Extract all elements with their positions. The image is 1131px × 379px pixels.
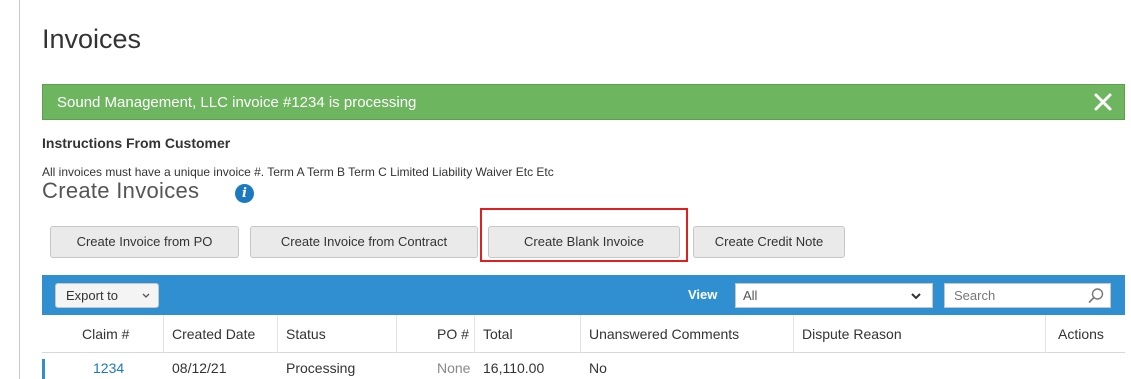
view-label: View bbox=[688, 287, 718, 302]
chevron-down-icon bbox=[141, 284, 151, 316]
column-header-dispute-reason[interactable]: Dispute Reason bbox=[794, 315, 1046, 353]
column-header-po[interactable]: PO # bbox=[397, 315, 475, 353]
view-select-value: All bbox=[743, 288, 758, 303]
search-icon[interactable] bbox=[1087, 287, 1105, 305]
column-header-status[interactable]: Status bbox=[278, 315, 397, 353]
actions-cell[interactable] bbox=[1046, 353, 1125, 379]
export-to-dropdown[interactable]: Export to bbox=[55, 283, 159, 308]
instructions-text: All invoices must have a unique invoice … bbox=[42, 165, 554, 179]
created-date-cell: 08/12/21 bbox=[172, 360, 227, 376]
instructions-heading: Instructions From Customer bbox=[42, 135, 231, 151]
claim-link[interactable]: 1234 bbox=[42, 353, 164, 379]
dispute-reason-cell bbox=[794, 353, 1046, 379]
export-to-label: Export to bbox=[66, 288, 119, 303]
close-icon-graphic bbox=[1094, 93, 1112, 111]
column-header-actions: Actions bbox=[1058, 326, 1104, 342]
create-invoices-title: Create Invoices bbox=[42, 178, 200, 203]
create-invoice-from-po-button[interactable]: Create Invoice from PO bbox=[50, 226, 239, 258]
table-toolbar: Export to View All bbox=[42, 275, 1125, 315]
search-input[interactable] bbox=[945, 284, 1085, 307]
info-icon[interactable]: i bbox=[235, 184, 254, 203]
highlight-box bbox=[480, 208, 688, 262]
column-header-total[interactable]: Total bbox=[475, 315, 581, 353]
column-header-claim[interactable]: Claim # bbox=[42, 315, 164, 353]
page-title: Invoices bbox=[42, 24, 142, 54]
column-header-unanswered-comments[interactable]: Unanswered Comments bbox=[581, 315, 794, 353]
po-cell: None bbox=[437, 360, 471, 376]
status-alert: Sound Management, LLC invoice #1234 is p… bbox=[42, 84, 1125, 120]
table-header: Claim # Created Date Status PO # Total U… bbox=[42, 315, 1125, 353]
unanswered-comments-cell: No bbox=[589, 360, 607, 376]
status-cell: Processing bbox=[286, 360, 356, 376]
alert-message: Sound Management, LLC invoice #1234 is p… bbox=[57, 94, 417, 111]
create-credit-note-button[interactable]: Create Credit Note bbox=[693, 226, 845, 258]
table-row[interactable]: 1234 08/12/21 Processing None 16,110.00 … bbox=[42, 353, 1125, 379]
create-invoice-from-contract-button[interactable]: Create Invoice from Contract bbox=[250, 226, 478, 258]
close-icon[interactable] bbox=[1090, 88, 1116, 116]
total-cell: 16,110.00 bbox=[483, 360, 545, 376]
chevron-down-icon bbox=[910, 284, 922, 316]
search-box bbox=[944, 283, 1111, 308]
column-header-created-date[interactable]: Created Date bbox=[164, 315, 278, 353]
view-select[interactable]: All bbox=[735, 283, 933, 308]
